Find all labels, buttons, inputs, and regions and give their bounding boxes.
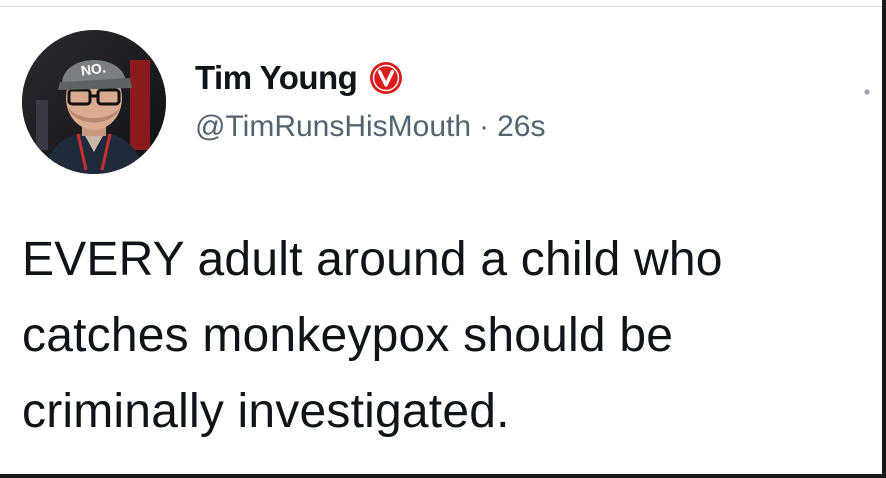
author-display-name[interactable]: Tim Young xyxy=(195,59,358,97)
more-options-icon[interactable] xyxy=(862,84,872,95)
author-meta-row: @TimRunsHisMouth · 26s xyxy=(195,110,545,144)
tweet-timestamp[interactable]: 26s xyxy=(497,110,545,144)
right-border xyxy=(882,0,886,478)
top-divider xyxy=(0,6,886,7)
meta-separator: · xyxy=(479,110,490,143)
tweet-card: NO. Tim Young @TimRunsHisMouth · 26s EVE… xyxy=(0,0,886,478)
tweet-body-text: EVERY adult around a child who catches m… xyxy=(22,233,723,438)
avatar[interactable]: NO. xyxy=(22,30,166,174)
avatar-image: NO. xyxy=(22,30,166,174)
verified-badge-icon xyxy=(369,61,403,95)
author-name-row[interactable]: Tim Young xyxy=(195,58,403,98)
bottom-border xyxy=(0,474,886,478)
author-handle[interactable]: @TimRunsHisMouth xyxy=(195,110,471,144)
